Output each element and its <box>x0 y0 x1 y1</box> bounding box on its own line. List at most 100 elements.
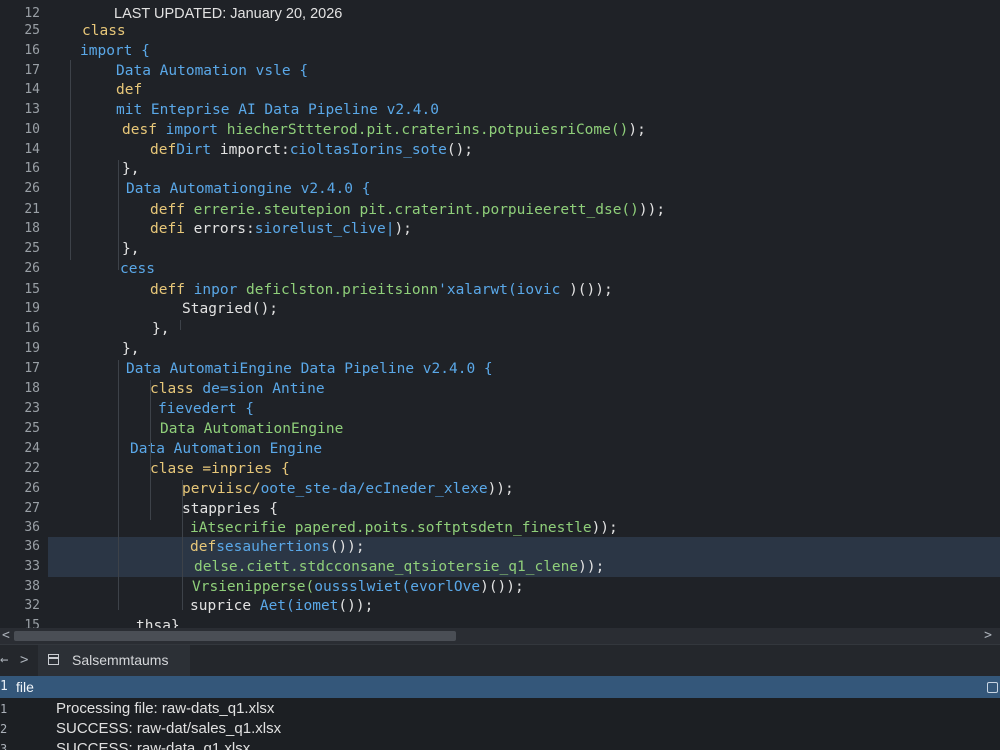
code-text: suprice Aet(iomet()); <box>190 596 373 616</box>
code-line[interactable]: Data AutomationEngine <box>48 419 1000 439</box>
code-line[interactable]: import { <box>48 41 1000 61</box>
code-token: def <box>150 142 177 158</box>
code-token: oote_ste-da/ecIneder_xlexe <box>260 481 488 497</box>
code-text: desf import hiecherSttterod.pit.craterin… <box>122 120 646 140</box>
line-number: 15 <box>24 618 40 628</box>
code-token: Data AutomatiEngine Data Pipeline v2.4.0… <box>126 361 493 377</box>
indent-guide <box>118 360 119 610</box>
code-line[interactable]: thsa} <box>48 616 1000 628</box>
code-line[interactable]: Stagried(); <box>48 299 1000 319</box>
code-token: perviisc/ <box>182 481 261 497</box>
indent-guide <box>70 60 71 260</box>
code-token: siorelust_clive| <box>254 221 395 237</box>
code-editor[interactable]: 12 25 16 17 14 13 10 14 16 26 21 18 25 26 15 19 16 19 17 18… <box>0 0 1000 628</box>
horizontal-scrollbar[interactable]: < > <box>0 628 1000 644</box>
line-number: 23 <box>24 401 40 416</box>
code-line[interactable]: defDirt imporct:cioltasIorins_sote(); <box>48 140 1000 160</box>
code-token: fievedert { <box>158 401 255 417</box>
code-text: stappries { <box>182 499 278 519</box>
code-line[interactable]: defsesauhertions()); <box>48 537 1000 557</box>
code-line[interactable]: cess <box>48 259 1000 279</box>
line-number: 14 <box>24 82 40 97</box>
code-line[interactable]: defi errors:siorelust_clive|); <box>48 219 1000 239</box>
line-number: 25 <box>24 23 40 38</box>
line-number: 16 <box>24 161 40 176</box>
code-token: }, <box>122 161 140 177</box>
line-number: 18 <box>24 381 40 396</box>
code-token: deff <box>150 282 194 298</box>
tab-output-panel[interactable]: Salsemmtaums <box>38 645 190 676</box>
code-line[interactable]: class de=sion Antine <box>48 379 1000 399</box>
code-line[interactable]: class <box>48 21 1000 41</box>
output-line-text: SUCCESS: raw-dat/sales_q1.xlsx <box>56 720 282 737</box>
code-line[interactable]: Data AutomatiEngine Data Pipeline v2.4.0… <box>48 359 1000 379</box>
code-line[interactable]: }, <box>48 319 1000 339</box>
code-line[interactable]: iAtsecrifie papered.poits.softptsdetn_fi… <box>48 518 1000 538</box>
code-token: thsa <box>136 618 171 628</box>
scrollbar-thumb[interactable] <box>14 631 456 641</box>
code-token: )()); <box>480 579 524 595</box>
code-text: Vrsienipperse(oussslwiet(evorlOve)()); <box>192 577 524 597</box>
code-token: )); <box>487 481 514 497</box>
code-text: Data Automation Engine <box>130 439 322 459</box>
code-line[interactable]: }, <box>48 239 1000 259</box>
maximize-icon[interactable] <box>987 682 998 693</box>
line-number: 24 <box>24 441 40 456</box>
line-number: 36 <box>24 520 40 535</box>
code-line[interactable]: def <box>48 80 1000 100</box>
code-line[interactable]: }, <box>48 159 1000 179</box>
code-line[interactable]: delse.ciett.stdcconsane_qtsiotersie_q1_c… <box>48 557 1000 577</box>
scroll-left-icon[interactable]: < <box>2 628 10 644</box>
line-number: 22 <box>24 461 40 476</box>
scroll-right-icon[interactable]: > <box>984 628 992 644</box>
file-bar-number: 1 <box>0 679 8 694</box>
code-line[interactable]: suprice Aet(iomet()); <box>48 596 1000 616</box>
code-token: sesauhertions <box>216 539 330 555</box>
file-header-bar[interactable]: 1 file <box>0 676 1000 698</box>
code-line[interactable]: fievedert { <box>48 399 1000 419</box>
output-line-number: 2 <box>0 722 8 736</box>
code-token: Stagried <box>182 301 252 317</box>
code-token: class <box>150 381 203 397</box>
code-token: Data Automation Engine <box>130 441 323 457</box>
code-text: fievedert { <box>158 399 254 419</box>
code-token: suprice <box>190 598 260 614</box>
code-line[interactable]: Data Automationgine v2.4.0 { <box>48 179 1000 199</box>
code-line[interactable]: Data Automation vsle { <box>48 61 1000 81</box>
code-text: Stagried(); <box>182 299 278 319</box>
code-text: clase =inpries { <box>150 459 290 479</box>
code-line[interactable]: deff inpor deficlston.prieitsionn'xalarw… <box>48 280 1000 300</box>
code-line[interactable]: Vrsienipperse(oussslwiet(evorlOve)()); <box>48 577 1000 597</box>
code-token: delse.ciett.stdcconsane_qtsiotersie_q1_c… <box>194 559 579 575</box>
code-line[interactable]: desf import hiecherSttterod.pit.craterin… <box>48 120 1000 140</box>
code-token: cioltasIorins_sote <box>289 142 447 158</box>
code-token: Data Automation vsle { <box>116 63 309 79</box>
code-token: stappries { <box>182 501 279 517</box>
code-line[interactable]: }, <box>48 339 1000 359</box>
code-token: (); <box>251 301 279 317</box>
code-token: Data Automationgine v2.4.0 { <box>126 181 371 197</box>
code-token: )()); <box>569 282 613 298</box>
code-text: deff errerie.steutepion pit.craterint.po… <box>150 200 665 220</box>
code-line[interactable]: Data Automation Engine <box>48 439 1000 459</box>
output-line-number: 3 <box>0 742 8 750</box>
code-line[interactable]: perviisc/oote_ste-da/ecIneder_xlexe)); <box>48 479 1000 499</box>
code-token: desf <box>122 122 166 138</box>
code-text: iAtsecrifie papered.poits.softptsdetn_fi… <box>190 518 618 538</box>
forward-arrow-icon[interactable]: > <box>20 645 28 675</box>
code-token: Data AutomationEngine <box>160 421 344 437</box>
line-number: 36 <box>24 539 40 554</box>
code-line[interactable]: clase =inpries { <box>48 459 1000 479</box>
code-token: de=sion Antine <box>202 381 325 397</box>
code-text: import { <box>80 41 150 61</box>
code-line[interactable]: stappries { <box>48 499 1000 519</box>
code-line[interactable]: mit Enteprise AI Data Pipeline v2.4.0 <box>48 100 1000 120</box>
code-token: def <box>116 82 143 98</box>
line-number: 26 <box>24 181 40 196</box>
back-arrow-icon[interactable]: ← <box>0 645 8 675</box>
line-number-gutter: 12 25 16 17 14 13 10 14 16 26 21 18 25 26 15 19 16 19 17 18… <box>0 0 48 628</box>
code-token: deficlston.prieitsionn <box>246 282 439 298</box>
code-text: defDirt imporct:cioltasIorins_sote(); <box>150 140 473 160</box>
code-line[interactable]: deff errerie.steutepion pit.craterint.po… <box>48 200 1000 220</box>
code-token: )); <box>591 520 618 536</box>
